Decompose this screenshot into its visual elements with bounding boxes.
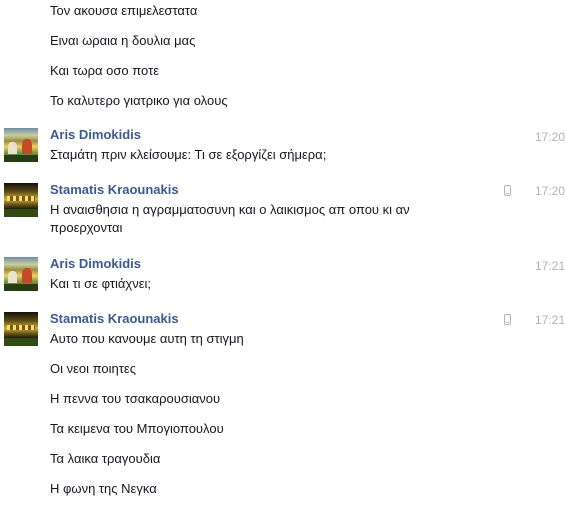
- message-line: Αυτο που κανουμε αυτη τη στιγμη: [50, 331, 244, 346]
- sender-name[interactable]: Aris Dimokidis: [50, 255, 141, 273]
- message-line: Οι νεοι ποιητες: [50, 361, 136, 376]
- message-line: προερχονται: [50, 220, 123, 235]
- message-line: Και τωρα οσο ποτε: [50, 63, 160, 78]
- mobile-phone-icon: [504, 185, 511, 196]
- message-timestamp: 17:20: [534, 130, 565, 144]
- sender-name[interactable]: Aris Dimokidis: [50, 126, 141, 144]
- message-line: Τα κειμενα του Μπογιοπουλου: [50, 421, 224, 436]
- avatar[interactable]: [4, 257, 38, 291]
- message-timestamp: 17:21: [534, 259, 565, 273]
- avatar[interactable]: [4, 183, 38, 217]
- message-line: Ειναι ωραια η δουλια μας: [50, 33, 196, 48]
- message-timestamp: 17:20: [534, 184, 565, 198]
- message-line: Τον ακουσα επιμελεστατα: [50, 3, 198, 18]
- message-timestamp: 17:21: [534, 313, 565, 327]
- sender-name[interactable]: Stamatis Kraounakis: [50, 181, 179, 199]
- mobile-phone-icon: [504, 314, 511, 325]
- message-line: Η αναισθησια η αγραμματοσυνη και ο λαικι…: [50, 202, 410, 217]
- message-line: Η πεννα του τσακαρουσιανου: [50, 391, 221, 406]
- message-meta: 17:20: [495, 183, 565, 199]
- message-meta: 17:21: [495, 312, 565, 328]
- avatar[interactable]: [4, 128, 38, 162]
- message-line: Σταμάτη πριν κλείσουμε: Τι σε εξοργίζει …: [50, 147, 327, 162]
- message-line: Η φωνη της Νεγκα: [50, 481, 157, 496]
- avatar[interactable]: [4, 312, 38, 346]
- message-line: Και τι σε φτιάχνει;: [50, 276, 151, 291]
- message-line: Το καλυτερο γιατρικο για ολους: [50, 93, 228, 108]
- message-line: Τα λαικα τραγουδια: [50, 451, 161, 466]
- sender-name[interactable]: Stamatis Kraounakis: [50, 310, 179, 328]
